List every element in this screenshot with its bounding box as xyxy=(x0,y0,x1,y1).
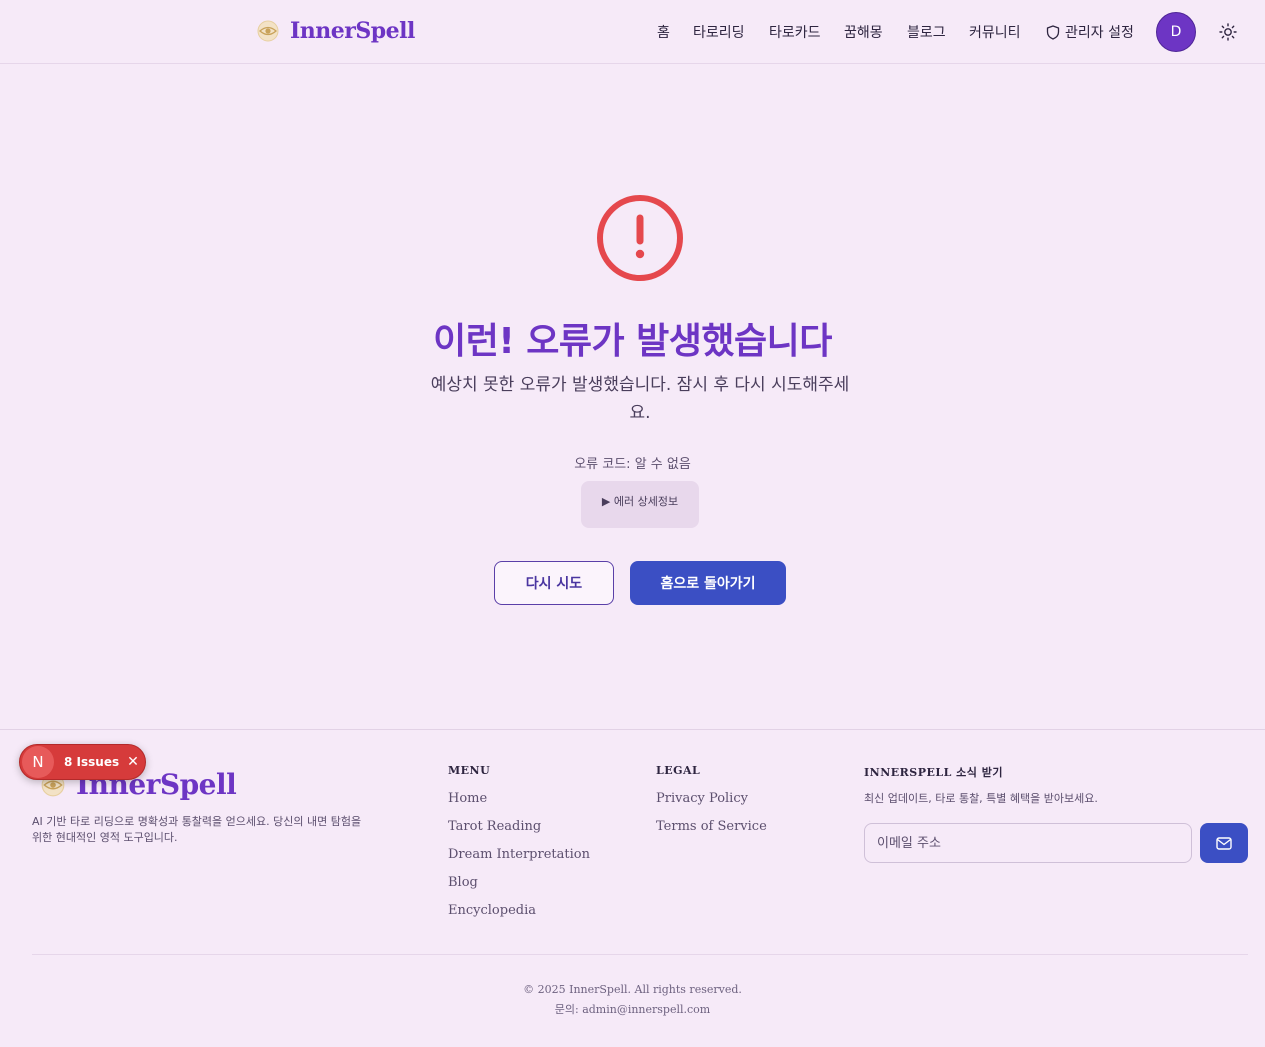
shield-icon xyxy=(1046,24,1060,40)
nav-item-blog[interactable]: 블로그 xyxy=(907,22,946,42)
user-avatar-button[interactable]: D xyxy=(1156,12,1196,52)
sun-icon[interactable] xyxy=(1219,23,1237,41)
footer-tagline: AI 기반 타로 리딩으로 명확성과 통찰력을 얻으세요. 당신의 내면 탐험을… xyxy=(32,815,362,844)
footer-link-encyclopedia[interactable]: Encyclopedia xyxy=(448,903,536,918)
footer-bottom: © 2025 InnerSpell. All rights reserved. … xyxy=(0,980,1265,1020)
footer-link-blog[interactable]: Blog xyxy=(448,875,478,890)
brand-name: InnerSpell xyxy=(290,18,415,44)
copyright-text: © 2025 InnerSpell. All rights reserved. xyxy=(523,983,742,996)
error-description: 예상치 못한 오류가 발생했습니다. 잠시 후 다시 시도해주세요. xyxy=(430,375,850,423)
close-icon[interactable]: ✕ xyxy=(127,754,139,770)
newsletter-description: 최신 업데이트, 타로 통찰, 특별 혜택을 받아보세요. xyxy=(864,792,1098,805)
footer-divider xyxy=(32,954,1248,955)
footer-link-terms[interactable]: Terms of Service xyxy=(656,819,767,834)
site-footer: InnerSpell AI 기반 타로 리딩으로 명확성과 통찰력을 얻으세요.… xyxy=(0,729,1265,1047)
nav-item-home[interactable]: 홈 xyxy=(657,22,670,42)
mail-icon xyxy=(1216,836,1232,850)
newsletter-heading: INNERSPELL 소식 받기 xyxy=(864,766,1003,779)
footer-link-tarot-reading[interactable]: Tarot Reading xyxy=(448,819,541,834)
admin-settings-label: 관리자 설정 xyxy=(1065,25,1134,41)
site-header: InnerSpell 홈 타로리딩 타로카드 꿈해몽 블로그 커뮤니티 관리자 … xyxy=(0,0,1265,64)
footer-link-home[interactable]: Home xyxy=(448,791,487,806)
alert-circle-icon xyxy=(597,195,683,281)
nav-item-tarot-cards[interactable]: 타로카드 xyxy=(769,22,821,42)
retry-button[interactable]: 다시 시도 xyxy=(494,561,614,605)
nav-item-admin-settings[interactable]: 관리자 설정 xyxy=(1046,22,1134,42)
footer-legal-heading: LEGAL xyxy=(656,764,701,777)
go-home-button[interactable]: 홈으로 돌아가기 xyxy=(630,561,786,605)
error-details-toggle[interactable]: ▶ 에러 상세정보 xyxy=(581,481,699,528)
footer-link-dream[interactable]: Dream Interpretation xyxy=(448,847,590,862)
nextjs-logo-icon: N xyxy=(22,746,54,778)
dev-issues-badge[interactable]: N 8 Issues ✕ xyxy=(19,744,146,780)
newsletter-submit-button[interactable] xyxy=(1200,823,1248,863)
contact-text: 문의: admin@innerspell.com xyxy=(554,1003,711,1016)
nav-item-community[interactable]: 커뮤니티 xyxy=(969,22,1021,42)
newsletter-email-input[interactable] xyxy=(864,823,1192,863)
error-code: 오류 코드: 알 수 없음 xyxy=(574,457,691,472)
footer-menu-heading: MENU xyxy=(448,764,491,777)
issues-count-label[interactable]: 8 Issues xyxy=(64,755,119,769)
nav-item-dream[interactable]: 꿈해몽 xyxy=(844,22,883,42)
nav-item-tarot-reading[interactable]: 타로리딩 xyxy=(693,22,745,42)
brand-logo-link[interactable]: InnerSpell xyxy=(256,18,415,44)
footer-link-privacy[interactable]: Privacy Policy xyxy=(656,791,748,806)
error-page: 이런! 오류가 발생했습니다 예상치 못한 오류가 발생했습니다. 잠시 후 다… xyxy=(0,65,1265,729)
logo-eye-icon xyxy=(257,20,279,42)
error-title: 이런! 오류가 발생했습니다 xyxy=(433,321,832,362)
